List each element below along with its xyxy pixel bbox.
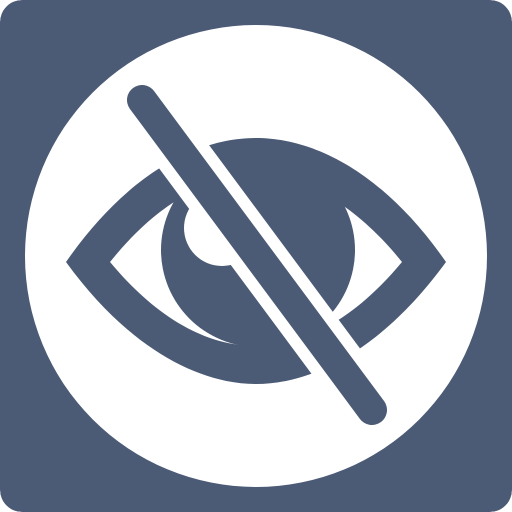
eye-slash-icon xyxy=(0,0,512,512)
app-icon-tile[interactable] xyxy=(0,0,512,512)
